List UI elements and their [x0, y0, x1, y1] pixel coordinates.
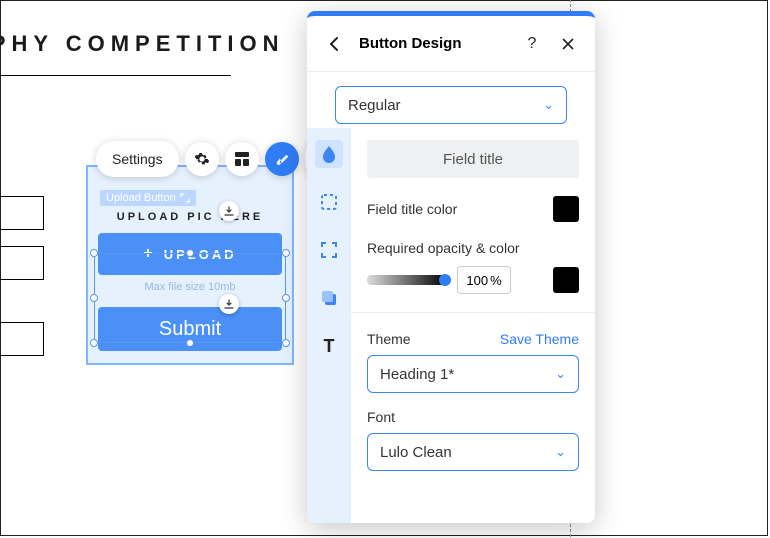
design-tab-rail: T [307, 128, 351, 523]
tab-corners[interactable] [315, 236, 343, 264]
theme-value: Heading 1* [380, 366, 454, 383]
opacity-slider[interactable] [367, 275, 447, 285]
font-select[interactable]: Lulo Clean ⌄ [367, 433, 579, 471]
tab-border[interactable] [315, 188, 343, 216]
resize-handle[interactable] [282, 294, 290, 302]
close-icon [562, 38, 574, 50]
resize-handle[interactable] [90, 249, 98, 257]
download-icon[interactable] [219, 201, 239, 221]
upload-form-card[interactable]: Upload Button UPLOAD PIC HERE + UPLOAD M… [86, 165, 294, 365]
settings-button[interactable]: Settings [96, 141, 179, 177]
panel-title: Button Design [359, 35, 507, 52]
text-input[interactable] [0, 322, 44, 356]
gear-icon[interactable] [185, 142, 219, 176]
opacity-value: 100 [466, 273, 488, 288]
settings-button-label: Settings [112, 151, 163, 167]
stack-icon [320, 289, 338, 307]
page-heading: RAPHY COMPETITION [0, 31, 285, 57]
dashed-rect-icon [320, 193, 338, 211]
divider [351, 312, 595, 313]
opacity-input[interactable]: 100 % [457, 266, 511, 294]
left-input-group [0, 196, 44, 372]
slider-thumb[interactable] [439, 274, 451, 286]
save-theme-link[interactable]: Save Theme [500, 331, 579, 347]
upload-field-label: UPLOAD PIC HERE [98, 211, 282, 223]
theme-header: Theme Save Theme [367, 331, 579, 347]
opacity-suffix: % [490, 273, 502, 288]
chevron-left-icon [329, 37, 339, 51]
badge-label: Upload Button [106, 192, 176, 204]
expand-icon [180, 193, 190, 203]
panel-content: Field title Field title color Required o… [351, 128, 595, 523]
panel-body: T Field title Field title color Required… [307, 128, 595, 523]
required-opacity-row: 100 % [367, 266, 579, 294]
tab-shadow[interactable] [315, 284, 343, 312]
download-icon[interactable] [219, 294, 239, 314]
chevron-down-icon: ⌄ [555, 366, 566, 382]
resize-handle[interactable] [90, 294, 98, 302]
variant-value: Regular [348, 97, 401, 114]
required-opacity-label: Required opacity & color [367, 240, 579, 256]
field-title-color-label: Field title color [367, 201, 457, 217]
field-title-color-row: Field title color [367, 196, 579, 222]
help-icon: ? [528, 35, 537, 53]
resize-handle[interactable] [186, 339, 194, 347]
page-sub-label: CAPE [0, 144, 3, 160]
element-floating-toolbar: Settings « [96, 141, 329, 177]
resize-handle[interactable] [186, 249, 194, 257]
variant-row: Regular ⌄ [307, 72, 595, 128]
corners-icon [320, 241, 338, 259]
droplet-icon [321, 145, 337, 163]
back-button[interactable] [323, 33, 345, 55]
required-color-swatch[interactable] [553, 267, 579, 293]
heading-underline [0, 75, 231, 76]
layout-icon[interactable] [225, 142, 259, 176]
text-input[interactable] [0, 196, 44, 230]
theme-select[interactable]: Heading 1* ⌄ [367, 355, 579, 393]
selection-outline [94, 253, 286, 343]
design-panel: Button Design ? Regular ⌄ [307, 11, 595, 523]
close-button[interactable] [557, 33, 579, 55]
tab-fill[interactable] [315, 140, 343, 168]
text-icon: T [324, 336, 335, 357]
help-button[interactable]: ? [521, 33, 543, 55]
section-header: Field title [367, 140, 579, 178]
tab-text[interactable]: T [315, 332, 343, 360]
font-label: Font [367, 409, 579, 425]
font-value: Lulo Clean [380, 444, 452, 461]
theme-label: Theme [367, 331, 411, 347]
panel-header: Button Design ? [307, 16, 595, 72]
resize-handle[interactable] [282, 339, 290, 347]
text-input[interactable] [0, 246, 44, 280]
variant-select[interactable]: Regular ⌄ [335, 86, 567, 124]
resize-handle[interactable] [90, 339, 98, 347]
element-type-badge: Upload Button [100, 190, 196, 206]
resize-handle[interactable] [282, 249, 290, 257]
chevron-down-icon: ⌄ [543, 97, 554, 113]
field-title-color-swatch[interactable] [553, 196, 579, 222]
chevron-down-icon: ⌄ [555, 444, 566, 460]
editor-viewport: RAPHY COMPETITION CAPE Upload Button UPL… [0, 0, 768, 536]
upload-button[interactable]: + UPLOAD [98, 233, 282, 275]
design-icon[interactable] [265, 142, 299, 176]
